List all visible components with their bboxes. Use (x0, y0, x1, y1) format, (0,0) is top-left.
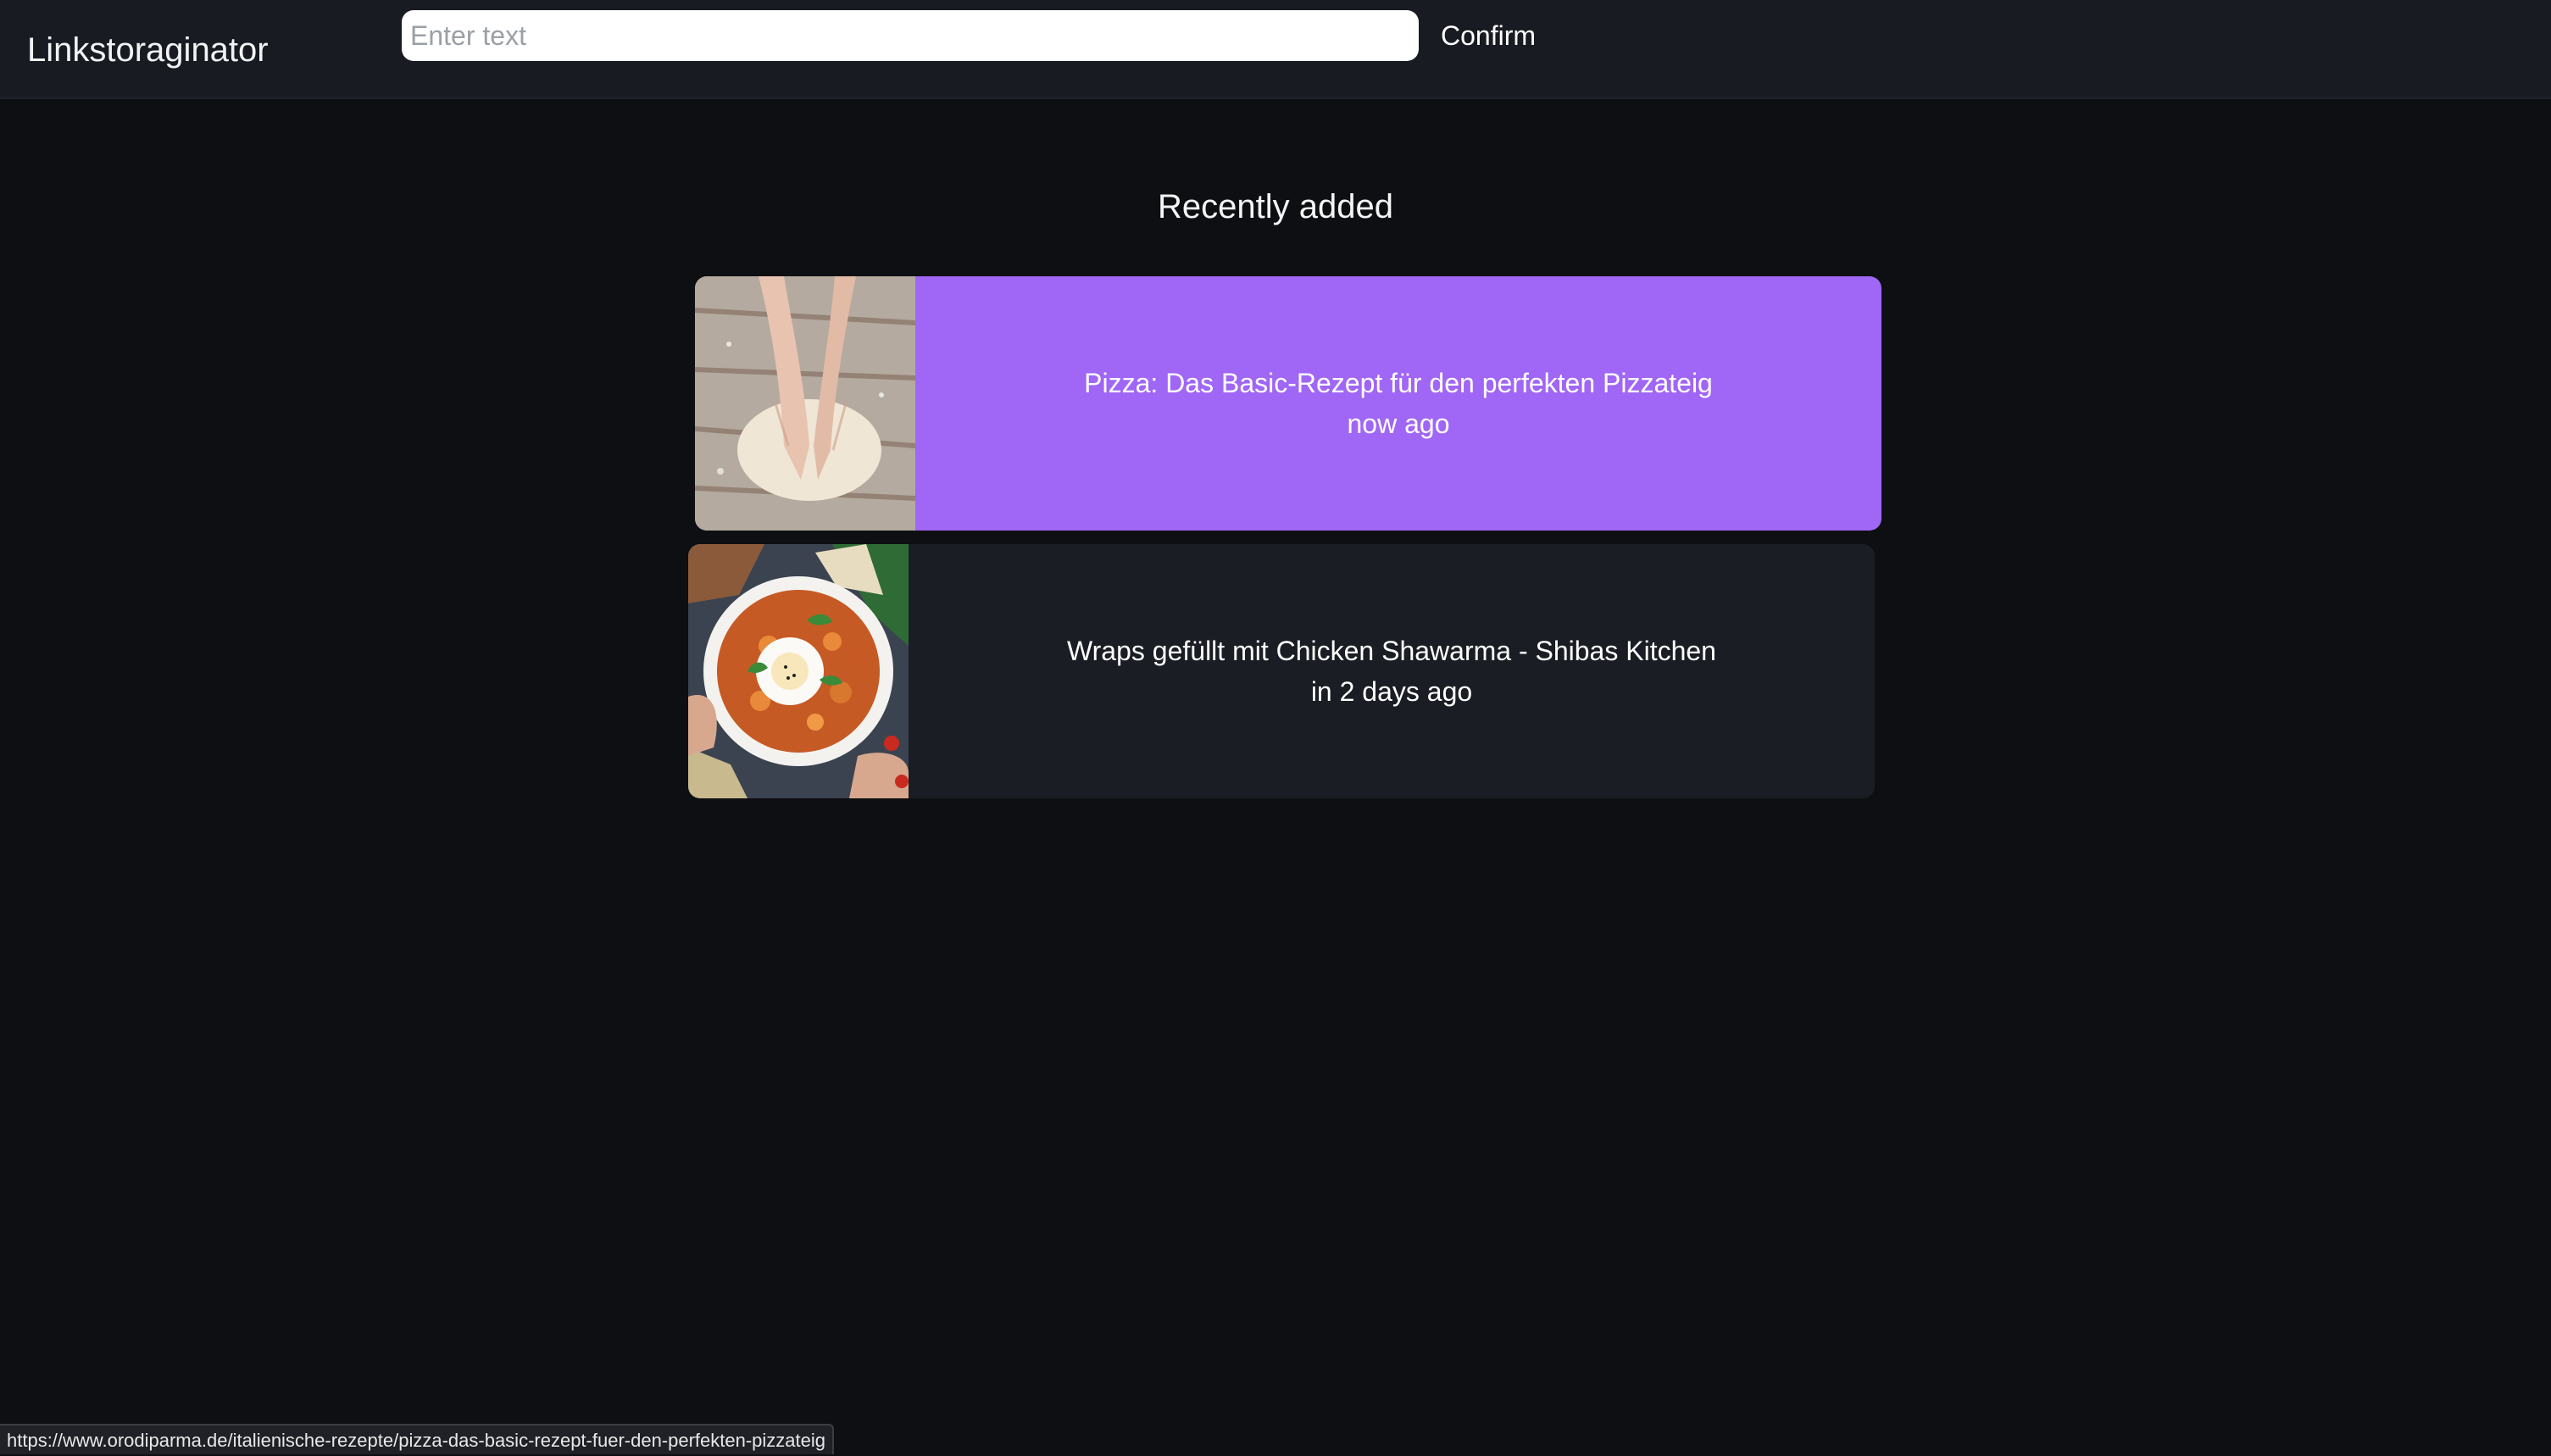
curry-bowl-image (688, 544, 909, 798)
confirm-button[interactable]: Confirm (1441, 15, 1536, 56)
link-card-text: Wraps gefüllt mit Chicken Shawarma - Shi… (909, 544, 1875, 798)
link-card[interactable]: Wraps gefüllt mit Chicken Shawarma - Shi… (688, 544, 1875, 798)
dough-image (695, 276, 915, 531)
link-url-status-bar: https://www.orodiparma.de/italienische-r… (0, 1424, 835, 1454)
link-title[interactable]: Wraps gefüllt mit Chicken Shawarma - Shi… (1067, 631, 1716, 671)
search-input[interactable] (402, 10, 1419, 61)
link-timestamp: in 2 days ago (1310, 676, 1473, 707)
link-card[interactable]: Pizza: Das Basic-Rezept für den perfekte… (695, 276, 1881, 531)
link-card-text: Pizza: Das Basic-Rezept für den perfekte… (915, 276, 1881, 531)
link-title[interactable]: Pizza: Das Basic-Rezept für den perfekte… (1084, 363, 1713, 403)
top-navigation-bar: Linkstoraginator Confirm (0, 0, 2551, 99)
app-title[interactable]: Linkstoraginator (27, 26, 269, 74)
link-timestamp: now ago (1347, 408, 1450, 439)
section-title: Recently added (1158, 188, 1393, 225)
